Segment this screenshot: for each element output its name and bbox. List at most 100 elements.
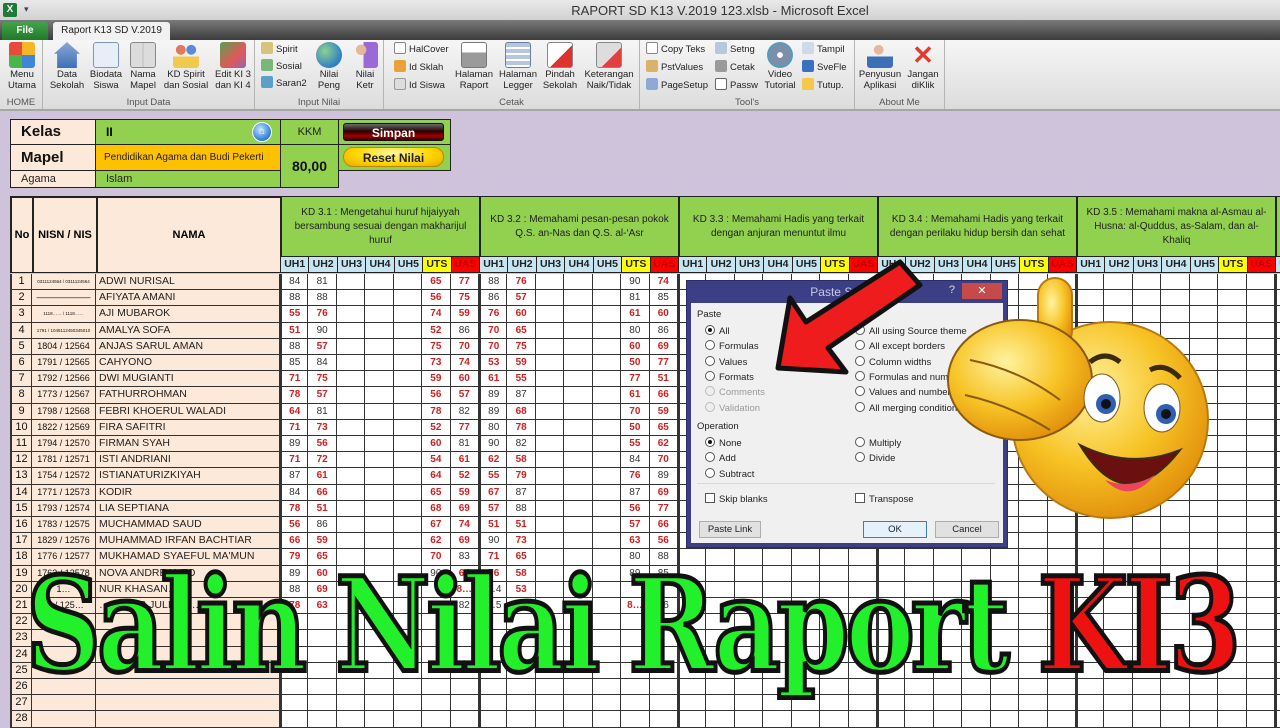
score-cell[interactable]: [564, 452, 593, 469]
score-cell[interactable]: [1047, 452, 1076, 469]
score-cell[interactable]: 69: [649, 338, 678, 355]
score-cell[interactable]: 57: [450, 387, 479, 404]
score-cell[interactable]: [1275, 598, 1280, 615]
score-cell[interactable]: [535, 355, 565, 372]
score-cell[interactable]: 70: [479, 338, 508, 355]
score-cell[interactable]: [1019, 468, 1048, 485]
score-cell[interactable]: [564, 355, 593, 372]
score-cell[interactable]: [1047, 371, 1076, 388]
score-cell[interactable]: [280, 711, 309, 728]
score-cell[interactable]: [1047, 306, 1076, 323]
score-cell[interactable]: [1047, 436, 1076, 453]
score-cell[interactable]: [1104, 355, 1133, 372]
score-cell[interactable]: 61: [308, 468, 337, 485]
score-cell[interactable]: 56: [621, 500, 650, 517]
score-cell[interactable]: 56: [422, 290, 451, 307]
score-cell[interactable]: 73: [507, 533, 536, 550]
score-cell[interactable]: [1019, 436, 1048, 453]
score-cell[interactable]: [1047, 322, 1076, 339]
score-cell[interactable]: [1246, 549, 1275, 566]
score-cell[interactable]: [1189, 419, 1219, 436]
score-cell[interactable]: [336, 338, 366, 355]
score-cell[interactable]: [564, 322, 593, 339]
score-cell[interactable]: [592, 306, 622, 323]
radio-none[interactable]: None: [705, 437, 742, 449]
score-cell[interactable]: [535, 711, 565, 728]
score-cell[interactable]: [1218, 371, 1247, 388]
score-cell[interactable]: [336, 711, 366, 728]
score-cell[interactable]: [1104, 338, 1133, 355]
score-cell[interactable]: [1275, 452, 1280, 469]
score-cell[interactable]: [1104, 484, 1133, 501]
score-cell[interactable]: 89: [479, 403, 508, 420]
score-cell[interactable]: 60: [507, 306, 536, 323]
student-name-cell[interactable]: ADWI NURISAL: [96, 274, 280, 291]
score-cell[interactable]: [1275, 517, 1280, 534]
score-cell[interactable]: [1218, 387, 1247, 404]
score-cell[interactable]: [1047, 711, 1076, 728]
score-cell[interactable]: [1076, 452, 1105, 469]
score-cell[interactable]: 52: [450, 468, 479, 485]
score-cell[interactable]: 62: [479, 452, 508, 469]
score-cell[interactable]: [1161, 517, 1190, 534]
nisn-cell[interactable]: 1118…… / 1118……: [32, 306, 96, 323]
score-cell[interactable]: [1019, 274, 1048, 291]
score-cell[interactable]: [1218, 436, 1247, 453]
score-cell[interactable]: [336, 306, 366, 323]
score-cell[interactable]: [1019, 711, 1048, 728]
score-cell[interactable]: [1275, 371, 1280, 388]
score-cell[interactable]: [1275, 500, 1280, 517]
score-cell[interactable]: [1161, 403, 1190, 420]
score-cell[interactable]: [1132, 533, 1162, 550]
score-cell[interactable]: [1218, 306, 1247, 323]
score-cell[interactable]: [1189, 436, 1219, 453]
score-cell[interactable]: [1104, 517, 1133, 534]
radio-values-and-number-formats[interactable]: Values and number formats: [855, 386, 985, 398]
score-cell[interactable]: [1076, 484, 1105, 501]
score-cell[interactable]: [1104, 387, 1133, 404]
score-cell[interactable]: [564, 500, 593, 517]
score-cell[interactable]: [592, 355, 622, 372]
score-cell[interactable]: [365, 419, 394, 436]
score-cell[interactable]: 71: [280, 371, 309, 388]
score-cell[interactable]: 70: [479, 322, 508, 339]
score-cell[interactable]: [1132, 484, 1162, 501]
score-cell[interactable]: [1218, 419, 1247, 436]
mapel-value[interactable]: Pendidikan Agama dan Budi Pekerti: [95, 144, 281, 171]
score-cell[interactable]: 59: [422, 371, 451, 388]
score-cell[interactable]: [1132, 403, 1162, 420]
score-cell[interactable]: 80: [479, 419, 508, 436]
student-name-cell[interactable]: FATHURROHMAN: [96, 387, 280, 404]
help-icon[interactable]: ?: [949, 284, 955, 296]
score-cell[interactable]: [535, 387, 565, 404]
score-cell[interactable]: 65: [422, 274, 451, 291]
score-cell[interactable]: [1275, 403, 1280, 420]
score-cell[interactable]: [393, 419, 423, 436]
score-cell[interactable]: [365, 387, 394, 404]
score-cell[interactable]: 80: [621, 322, 650, 339]
nilai-ketr-button[interactable]: Nilai Ketr: [349, 42, 381, 91]
kd-spirit-sosial-button[interactable]: KD Spirit dan Sosial: [161, 42, 211, 91]
score-cell[interactable]: 67: [422, 517, 451, 534]
score-cell[interactable]: 56: [280, 517, 309, 534]
radio-divide[interactable]: Divide: [855, 452, 895, 464]
score-cell[interactable]: [1019, 403, 1048, 420]
student-name-cell[interactable]: [96, 711, 280, 728]
nisn-cell[interactable]: 1771 / 12573: [32, 484, 96, 501]
score-cell[interactable]: [1275, 549, 1280, 566]
score-cell[interactable]: 56: [422, 387, 451, 404]
student-name-cell[interactable]: ANJAS SARUL AMAN: [96, 338, 280, 355]
score-cell[interactable]: [1161, 436, 1190, 453]
score-cell[interactable]: 88: [507, 500, 536, 517]
score-cell[interactable]: [535, 290, 565, 307]
score-cell[interactable]: [450, 711, 479, 728]
score-cell[interactable]: [393, 484, 423, 501]
score-cell[interactable]: [1275, 662, 1280, 679]
score-cell[interactable]: [1076, 533, 1105, 550]
score-cell[interactable]: [1104, 290, 1133, 307]
nama-mapel-button[interactable]: Nama Mapel: [127, 42, 159, 91]
score-cell[interactable]: [592, 322, 622, 339]
score-cell[interactable]: 51: [308, 500, 337, 517]
student-name-cell[interactable]: AJI MUBAROK: [96, 306, 280, 323]
score-cell[interactable]: [1019, 452, 1048, 469]
